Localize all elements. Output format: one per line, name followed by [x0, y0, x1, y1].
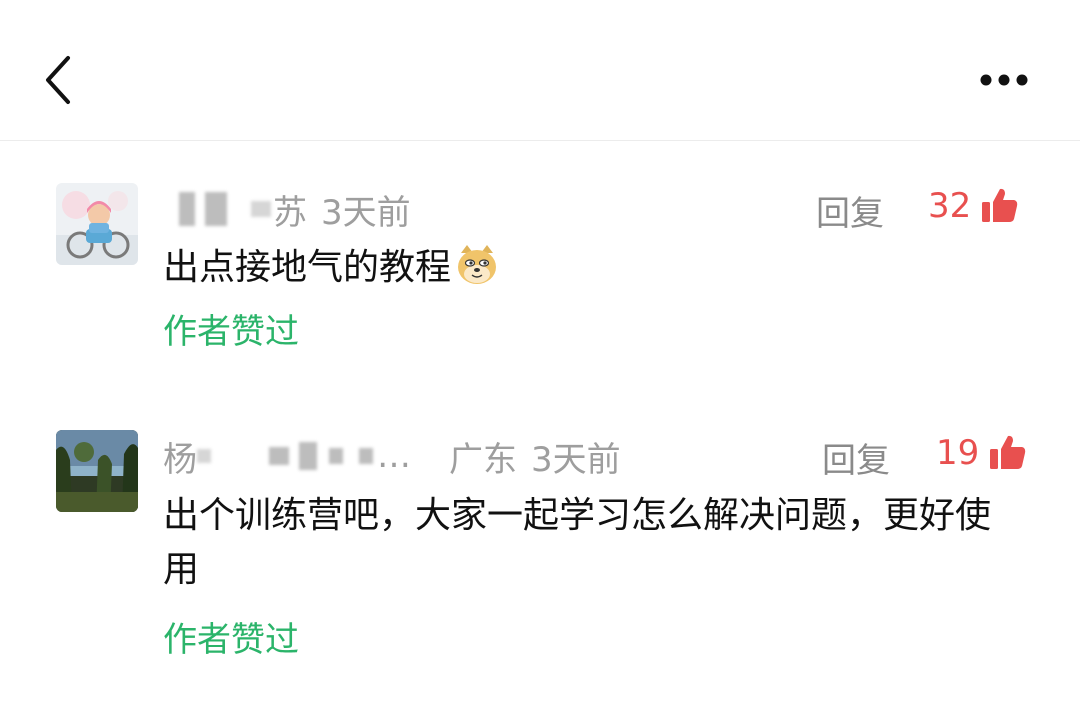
username-ellipsis: … [377, 436, 411, 476]
more-horizontal-icon [980, 74, 1028, 86]
reply-button[interactable]: 回复 [816, 186, 884, 235]
avatar[interactable] [56, 183, 138, 265]
redacted-name-block [359, 448, 373, 464]
comment-region: 广东 [449, 439, 517, 480]
username-start[interactable]: 杨 [163, 432, 197, 481]
comment-meta: 杨 … 广东 3天前 [163, 431, 621, 481]
thumbs-up-icon [990, 435, 1026, 469]
like-button[interactable]: 19 [936, 433, 1027, 473]
thumbs-up-icon [982, 188, 1018, 222]
like-count: 19 [936, 433, 980, 473]
comment-time: 3天前 [321, 192, 411, 233]
doge-emoji-icon [458, 245, 497, 284]
author-liked-badge: 作者赞过 [163, 620, 299, 660]
redacted-name-block [269, 447, 289, 465]
redacted-name-block [197, 449, 211, 463]
like-count: 32 [928, 186, 972, 226]
more-options-button[interactable] [972, 62, 1036, 98]
redacted-name-block [179, 192, 195, 226]
comment-meta: 苏 3天前 [163, 184, 411, 234]
avatar[interactable] [56, 430, 138, 512]
comment-time: 3天前 [531, 439, 621, 480]
comment-text: 出个训练营吧，大家一起学习怎么解决问题，更好使用 [163, 495, 992, 590]
reply-button[interactable]: 回复 [822, 433, 890, 482]
username[interactable]: 苏 [273, 185, 307, 234]
author-liked-badge: 作者赞过 [163, 312, 299, 352]
redacted-name-block [329, 448, 343, 464]
top-bar [0, 0, 1080, 141]
comment-text: 出点接地气的教程 [163, 241, 1023, 295]
chevron-left-icon [46, 56, 70, 104]
like-button[interactable]: 32 [928, 186, 1019, 226]
back-button[interactable] [36, 50, 84, 110]
redacted-name-block [299, 442, 317, 470]
redacted-name-block [205, 192, 227, 226]
redacted-name-block [251, 201, 271, 217]
